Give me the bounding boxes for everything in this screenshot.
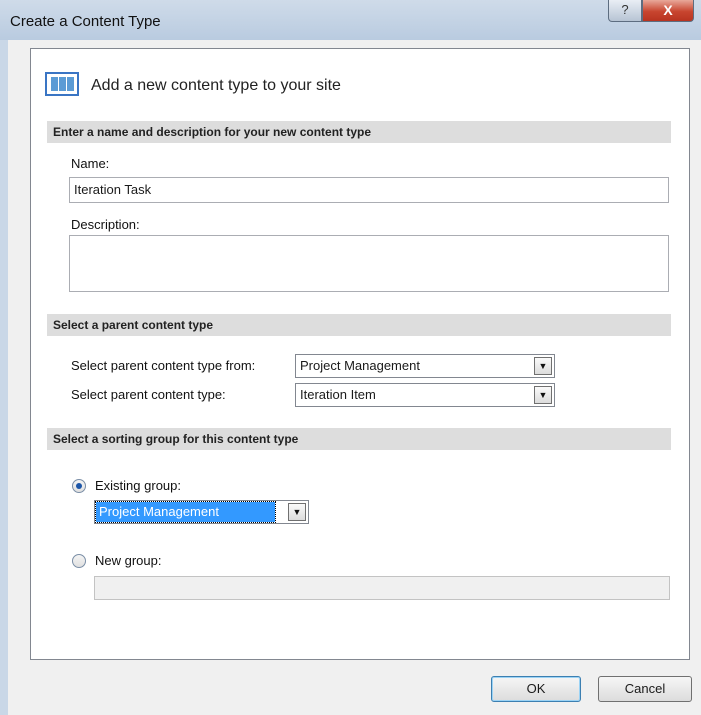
window-title: Create a Content Type [10,13,161,30]
parent-type-select[interactable]: Iteration Item ▼ [295,383,555,407]
chevron-down-icon[interactable]: ▼ [534,386,552,404]
existing-group-label: Existing group: [95,478,181,493]
description-textarea[interactable] [69,235,669,292]
existing-group-value: Project Management [95,501,276,523]
section-header-parent: Select a parent content type [47,314,671,336]
section-header-group: Select a sorting group for this content … [47,428,671,450]
new-group-label: New group: [95,553,162,568]
section-header-name: Enter a name and description for your ne… [47,121,671,143]
new-group-input[interactable] [94,576,670,600]
parent-from-label: Select parent content type from: [71,358,256,373]
new-group-radio[interactable] [72,554,86,568]
cancel-button[interactable]: Cancel [598,676,692,702]
content-type-icon [45,72,79,96]
window-border [0,40,8,715]
name-label: Name: [71,156,110,171]
existing-group-select[interactable]: Project Management ▼ [94,500,309,524]
help-button[interactable]: ? [608,0,642,22]
close-button[interactable]: X [642,0,694,22]
parent-type-value: Iteration Item [300,387,376,402]
chevron-down-icon[interactable]: ▼ [288,503,306,521]
name-input[interactable]: Iteration Task [69,177,669,203]
title-bar: Create a Content Type ? X [0,0,701,40]
dialog-body: Add a new content type to your site Ente… [8,40,701,715]
page-heading: Add a new content type to your site [91,77,341,94]
parent-from-select[interactable]: Project Management ▼ [295,354,555,378]
description-label: Description: [71,217,140,232]
content-panel: Add a new content type to your site Ente… [30,48,690,660]
parent-type-label: Select parent content type: [71,387,226,402]
existing-group-radio[interactable] [72,479,86,493]
chevron-down-icon[interactable]: ▼ [534,357,552,375]
parent-from-value: Project Management [300,358,420,373]
ok-button[interactable]: OK [491,676,581,702]
